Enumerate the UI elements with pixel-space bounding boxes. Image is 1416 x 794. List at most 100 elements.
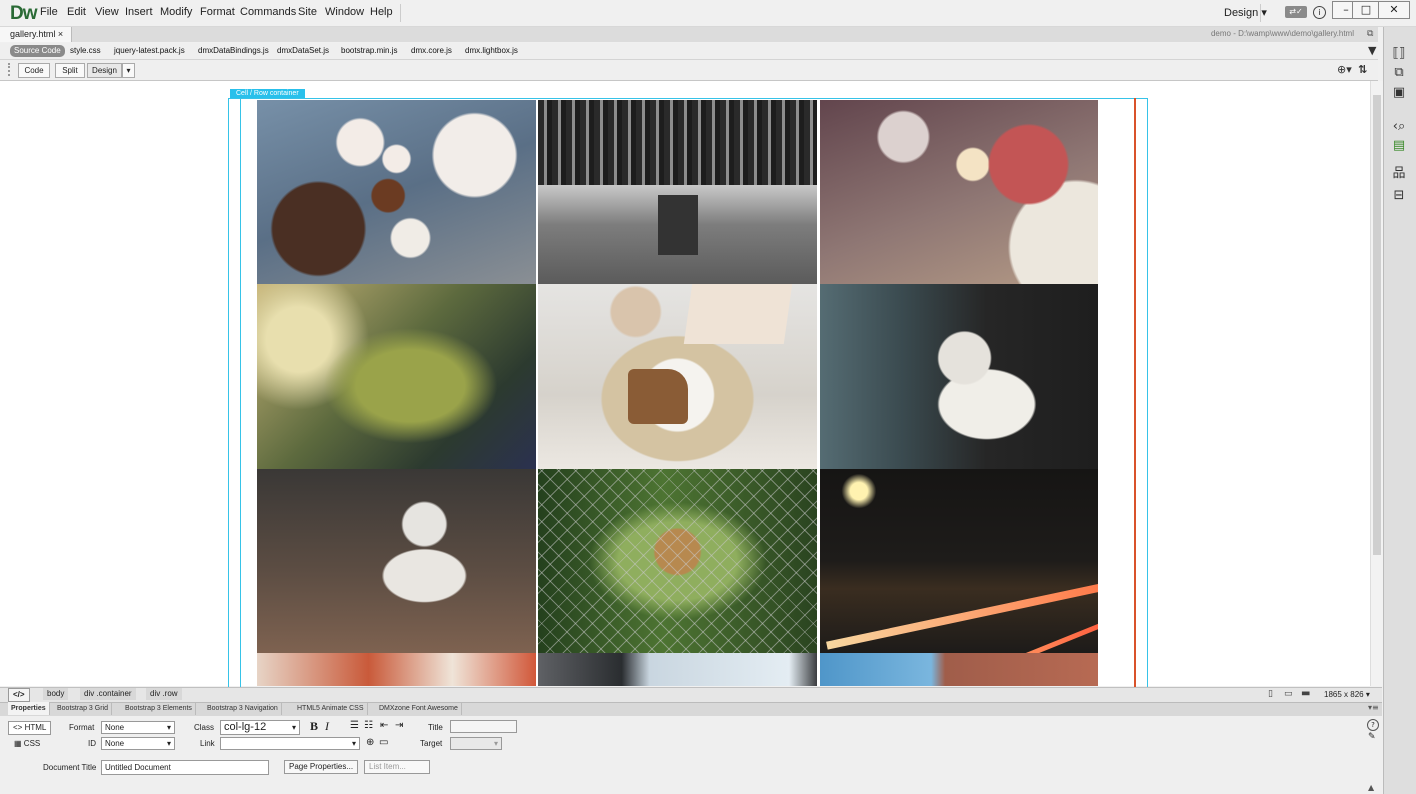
menu-file[interactable]: File — [40, 6, 58, 18]
class-select[interactable]: col-lg-12 ▾ — [220, 720, 300, 735]
file-transfer-icon[interactable]: ⇅ — [1358, 63, 1367, 76]
target-select[interactable]: ▾ — [450, 737, 502, 750]
indent-icon[interactable]: ⇥ — [395, 720, 403, 731]
dreamweaver-logo: Dw — [10, 3, 37, 24]
snippets-panel-icon[interactable]: ▤ — [1390, 137, 1408, 155]
html-mode-button[interactable]: <> HTML — [8, 721, 52, 735]
menu-help[interactable]: Help — [370, 6, 393, 18]
live-view-globe-icon[interactable]: ⊕▾ — [1337, 63, 1352, 76]
related-file[interactable]: dmx.lightbox.js — [465, 46, 518, 55]
sitemap-panel-icon[interactable]: 品 — [1390, 165, 1408, 183]
id-select[interactable]: None ▾ — [101, 737, 175, 750]
toolbar-divider — [1260, 4, 1261, 22]
menu-edit[interactable]: Edit — [67, 6, 86, 18]
collapse-panel-icon[interactable]: ▲ — [1368, 783, 1374, 792]
related-file[interactable]: jquery-latest.pack.js — [114, 46, 185, 55]
tablet-size-icon[interactable]: ▭ — [1284, 689, 1293, 699]
toolbar-grip[interactable] — [8, 63, 12, 76]
cell-tag-text: Cell / Row — [236, 90, 268, 97]
tab-bootstrap-elements[interactable]: Bootstrap 3 Elements — [122, 702, 196, 715]
info-icon[interactable]: i — [1313, 6, 1326, 19]
css-mode-icon: ▦ — [14, 739, 22, 748]
title-input[interactable] — [450, 720, 517, 733]
filter-icon[interactable]: ▼ — [1368, 44, 1376, 57]
format-value: None — [105, 723, 125, 732]
menu-modify[interactable]: Modify — [160, 6, 192, 18]
chevron-down-icon: ▾ — [351, 739, 356, 748]
related-file[interactable]: style.css — [70, 46, 101, 55]
view-dropdown-chevron-icon[interactable]: ▾ — [122, 63, 135, 78]
panel-menu-icon[interactable]: ▾≡ — [1368, 703, 1379, 712]
tab-dmxzone-font-awesome[interactable]: DMXzone Font Awesome — [376, 702, 462, 715]
cell-guide-right — [1134, 98, 1136, 688]
id-label: ID — [88, 739, 96, 748]
id-value: None — [105, 739, 125, 748]
code-inspector-icon[interactable]: ‹⌕ — [1390, 118, 1408, 136]
page-properties-button[interactable]: Page Properties... — [284, 760, 359, 774]
code-view-button[interactable]: Code — [18, 63, 50, 78]
menu-commands[interactable]: Commands — [240, 6, 296, 18]
class-value: col-lg-12 — [224, 721, 267, 733]
desktop-size-icon[interactable]: ▬ — [1301, 688, 1310, 699]
point-to-file-icon[interactable]: ⊕ — [366, 737, 374, 748]
outdent-icon[interactable]: ⇤ — [380, 720, 388, 731]
chevron-down-icon: ▾ — [493, 739, 498, 748]
ordered-list-icon[interactable]: ☷ — [364, 720, 373, 731]
tab-properties[interactable]: Properties — [8, 702, 50, 715]
assets-panel-icon[interactable]: ▣ — [1390, 84, 1408, 102]
design-view-button[interactable]: Design — [87, 63, 122, 78]
menu-view[interactable]: View — [95, 6, 119, 18]
tab-bootstrap-navigation[interactable]: Bootstrap 3 Navigation — [204, 702, 282, 715]
restore-document-icon[interactable]: ⧉ — [1367, 29, 1373, 39]
unordered-list-icon[interactable]: ☰ — [350, 720, 359, 731]
behaviors-panel-icon[interactable]: ⊟ — [1390, 187, 1408, 205]
document-tab-label: gallery.html — [10, 29, 56, 39]
related-file[interactable]: bootstrap.min.js — [341, 46, 397, 55]
help-icon[interactable]: ? — [1367, 719, 1379, 731]
crumb-div-row[interactable]: div .row — [146, 688, 182, 700]
element-tag-label[interactable]: Cell / Row container — [230, 89, 305, 98]
tab-html5-animate-css[interactable]: HTML5 Animate CSS — [294, 702, 368, 715]
document-tab[interactable]: gallery.html × — [0, 27, 73, 42]
bold-button[interactable]: B — [310, 719, 318, 734]
menu-format[interactable]: Format — [200, 6, 235, 18]
menu-insert[interactable]: Insert — [125, 6, 153, 18]
mobile-size-icon[interactable]: ▯ — [1268, 689, 1273, 699]
scrollbar-thumb[interactable] — [1373, 95, 1381, 555]
format-label: Format — [69, 723, 95, 732]
menu-window[interactable]: Window — [325, 6, 364, 18]
insert-panel-icon[interactable]: ⟦⟧ — [1390, 45, 1408, 63]
maximize-button[interactable]: □ — [1352, 1, 1380, 19]
link-label: Link — [200, 739, 215, 748]
class-label: Class — [194, 723, 215, 732]
split-view-button[interactable]: Split — [55, 63, 85, 78]
list-item-button[interactable]: List Item... — [364, 760, 430, 774]
css-mode-label: CSS — [23, 739, 41, 748]
chevron-down-icon: ▾ — [166, 739, 171, 748]
title-label: Title — [428, 723, 443, 732]
sync-settings-icon[interactable]: ⇄✓ — [1285, 6, 1307, 18]
link-input[interactable]: ▾ — [220, 737, 360, 750]
related-file[interactable]: dmx.core.js — [411, 46, 452, 55]
browse-folder-icon[interactable]: ▭ — [379, 737, 388, 748]
menu-site[interactable]: Site — [298, 6, 317, 18]
quick-tag-editor-icon[interactable]: ✎ — [1368, 732, 1376, 742]
close-window-button[interactable]: ✕ — [1378, 1, 1410, 19]
crumb-body[interactable]: body — [43, 688, 69, 700]
close-tab-icon[interactable]: × — [58, 29, 63, 39]
format-select[interactable]: None ▾ — [101, 721, 175, 734]
related-file[interactable]: dmxDataBindings.js — [198, 46, 269, 55]
document-title-label: Document Title — [43, 763, 97, 772]
window-size-readout[interactable]: 1865 x 826 ▾ — [1324, 690, 1370, 699]
related-file[interactable]: dmxDataSet.js — [277, 46, 329, 55]
css-mode-button[interactable]: ▦ CSS — [14, 739, 40, 748]
document-title-input[interactable]: Untitled Document — [101, 760, 269, 775]
files-panel-icon[interactable]: ⧉ — [1390, 64, 1408, 82]
tab-bootstrap-grid[interactable]: Bootstrap 3 Grid — [54, 702, 112, 715]
document-tab-bar — [0, 27, 1378, 42]
italic-button[interactable]: I — [325, 719, 329, 734]
source-code-button[interactable]: Source Code — [10, 45, 65, 57]
code-view-toggle-icon[interactable]: </> — [8, 688, 30, 702]
chevron-down-icon: ▾ — [166, 723, 171, 732]
crumb-div-container[interactable]: div .container — [80, 688, 136, 700]
